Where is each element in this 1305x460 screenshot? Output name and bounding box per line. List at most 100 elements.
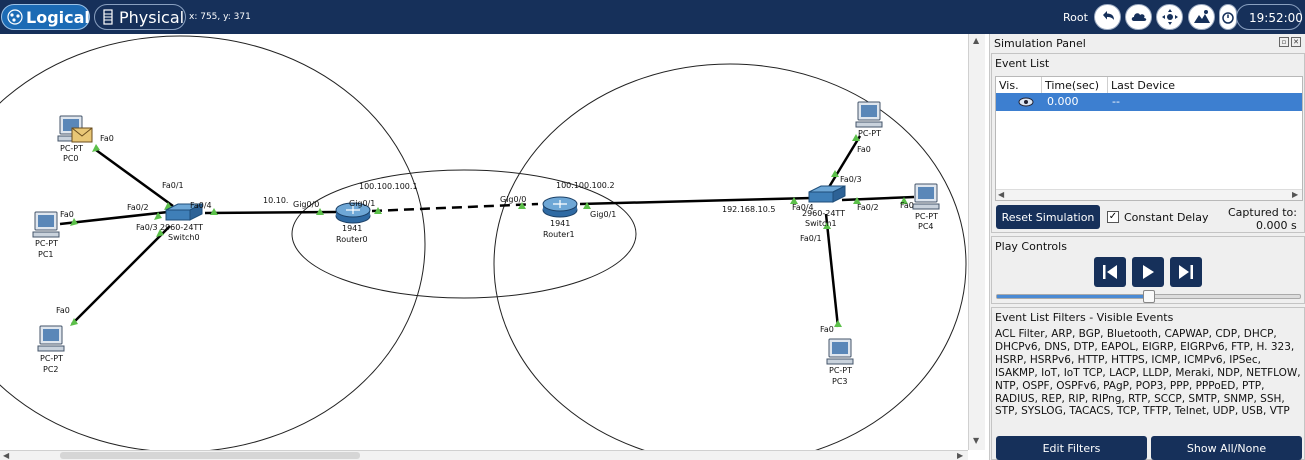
logical-view-button[interactable]: Logical: [1, 4, 90, 30]
topology-canvas[interactable]: PC-PT PC0 PC-PT PC1 PC-PT PC2 PC-PT PC-P…: [0, 34, 968, 450]
skip-back-icon: [1103, 265, 1117, 279]
logical-topology-icon: [7, 9, 23, 25]
port-label-sw1-fa03: Fa0/3: [840, 175, 862, 184]
pc4-device[interactable]: [912, 183, 940, 210]
link-router0-router1[interactable]: [371, 202, 539, 213]
pc1-device[interactable]: [32, 211, 60, 238]
cursor-coordinates: x: 755, y: 371: [189, 12, 251, 22]
link-pc3-switch1[interactable]: [824, 213, 840, 328]
router1-device[interactable]: [542, 196, 578, 218]
router1-type-label: 1941: [550, 219, 570, 228]
event-list-title: Event List: [995, 57, 1050, 70]
filters-section: Event List Filters - Visible Events ACL …: [991, 307, 1305, 460]
event-time: 0.000: [1047, 95, 1079, 108]
speed-slider-fill: [997, 295, 1149, 298]
timer-icon[interactable]: [1219, 4, 1237, 30]
skip-forward-button[interactable]: [1170, 257, 1202, 287]
link-pc2-switch0[interactable]: [71, 225, 171, 325]
port-label-r0-gig01: Gig0/1: [349, 199, 375, 208]
link-router1-switch1[interactable]: [579, 196, 813, 206]
port-label-pc0-fa0: Fa0: [100, 134, 114, 143]
column-header-time[interactable]: Time(sec): [1045, 79, 1099, 92]
port-label-sw1-fa02: Fa0/2: [857, 203, 879, 212]
skip-back-button[interactable]: [1094, 257, 1126, 287]
eye-icon[interactable]: [1018, 97, 1034, 107]
pc4-type-label: PC-PT: [915, 212, 938, 221]
pc2-device[interactable]: [37, 325, 65, 352]
column-header-vis[interactable]: Vis.: [999, 79, 1019, 92]
port-label-sw0-fa04: Fa0/4: [190, 201, 212, 210]
pc0-name-label: PC0: [63, 154, 79, 163]
filters-title: Event List Filters - Visible Events: [995, 311, 1174, 324]
move-icon[interactable]: [1156, 4, 1183, 30]
captured-value: 0.000 s: [1256, 219, 1297, 232]
envelope-icon[interactable]: [71, 127, 93, 143]
switch1-device[interactable]: [808, 185, 846, 203]
port-label-r1-gig01: Gig0/1: [590, 210, 616, 219]
pc-top-device[interactable]: [855, 101, 883, 128]
event-list-section: Event List Vis. Time(sec) Last Device 0.…: [991, 53, 1305, 233]
root-label: Root: [1063, 11, 1088, 24]
pc3-device[interactable]: [826, 338, 854, 365]
play-button[interactable]: [1132, 257, 1164, 287]
skip-forward-icon: [1179, 265, 1193, 279]
landscape-icon[interactable]: [1188, 4, 1215, 30]
reset-simulation-button[interactable]: Reset Simulation: [996, 205, 1100, 229]
filters-list: ACL Filter, ARP, BGP, Bluetooth, CAPWAP,…: [995, 328, 1301, 418]
port-label-sw0-fa01: Fa0/1: [162, 181, 184, 190]
router0-name-label: Router0: [336, 235, 368, 244]
pc2-type-label: PC-PT: [40, 354, 63, 363]
scrollbar-thumb[interactable]: [60, 452, 360, 459]
event-table-scrollbar[interactable]: ◀ ▶: [996, 189, 1302, 200]
constant-delay-checkbox[interactable]: ✓: [1107, 211, 1119, 223]
edit-filters-button[interactable]: Edit Filters: [996, 436, 1147, 460]
back-arrow-icon[interactable]: [1094, 4, 1121, 30]
pc3-type-label: PC-PT: [829, 366, 852, 375]
pc-top-type-label: PC-PT: [858, 129, 881, 138]
port-label-pc2-fa0: Fa0: [56, 306, 70, 315]
speed-slider-handle[interactable]: [1142, 290, 1155, 303]
port-label-sw1-fa01: Fa0/1: [800, 234, 822, 243]
link-switch0-router0[interactable]: [204, 210, 337, 215]
port-label-pc4-fa0: Fa0: [900, 201, 914, 210]
area-ellipse-right: [493, 63, 967, 450]
play-controls-section: Play Controls: [991, 236, 1305, 304]
top-toolbar: Logical Physical x: 755, y: 371 Root 19:…: [0, 0, 1305, 34]
router1-name-label: Router1: [543, 230, 575, 239]
logical-label: Logical: [26, 7, 90, 27]
pc1-type-label: PC-PT: [35, 239, 58, 248]
canvas-vertical-scrollbar[interactable]: ▲ ▼: [968, 34, 985, 450]
captured-label: Captured to:: [1228, 206, 1297, 219]
pc4-name-label: PC4: [918, 222, 934, 231]
port-label-pc3-fa0: Fa0: [820, 325, 834, 334]
ip-label-router0: 100.100.100.1: [359, 182, 418, 191]
cloud-icon[interactable]: [1125, 4, 1152, 30]
pc0-type-label: PC-PT: [60, 144, 83, 153]
event-last-device: --: [1112, 95, 1120, 108]
panel-title: Simulation Panel: [994, 37, 1086, 50]
canvas-horizontal-scrollbar[interactable]: ◀ ▶: [0, 450, 968, 460]
constant-delay-label: Constant Delay: [1124, 211, 1209, 224]
column-header-last-device[interactable]: Last Device: [1111, 79, 1175, 92]
pc3-name-label: PC3: [832, 377, 848, 386]
event-table[interactable]: Vis. Time(sec) Last Device 0.000 -- ◀ ▶: [995, 76, 1303, 201]
switch0-name-label: Switch0: [168, 233, 200, 242]
pc1-name-label: PC1: [38, 250, 54, 259]
ip-label-router1: 100.100.100.2: [556, 181, 615, 190]
float-panel-button[interactable]: ▫: [1279, 37, 1289, 47]
show-all-none-button[interactable]: Show All/None: [1151, 436, 1302, 460]
port-label-pc1-fa0: Fa0: [60, 210, 74, 219]
ip-label-right: 192.168.10.5: [722, 205, 775, 214]
play-controls-title: Play Controls: [995, 240, 1067, 253]
router0-type-label: 1941: [342, 224, 362, 233]
physical-view-button[interactable]: Physical: [94, 4, 186, 30]
port-label-sw0-fa03: Fa0/3: [136, 223, 158, 232]
close-panel-button[interactable]: ✕: [1291, 37, 1301, 47]
simulation-clock: 19:52:00: [1236, 4, 1303, 30]
link-pc0-switch0[interactable]: [95, 148, 174, 208]
ip-label-left: 10.10.: [263, 196, 288, 205]
event-row[interactable]: 0.000 --: [996, 93, 1302, 111]
switch0-type-label: 2960-24TT: [160, 223, 203, 232]
play-icon: [1143, 265, 1154, 279]
physical-label: Physical: [119, 7, 185, 27]
